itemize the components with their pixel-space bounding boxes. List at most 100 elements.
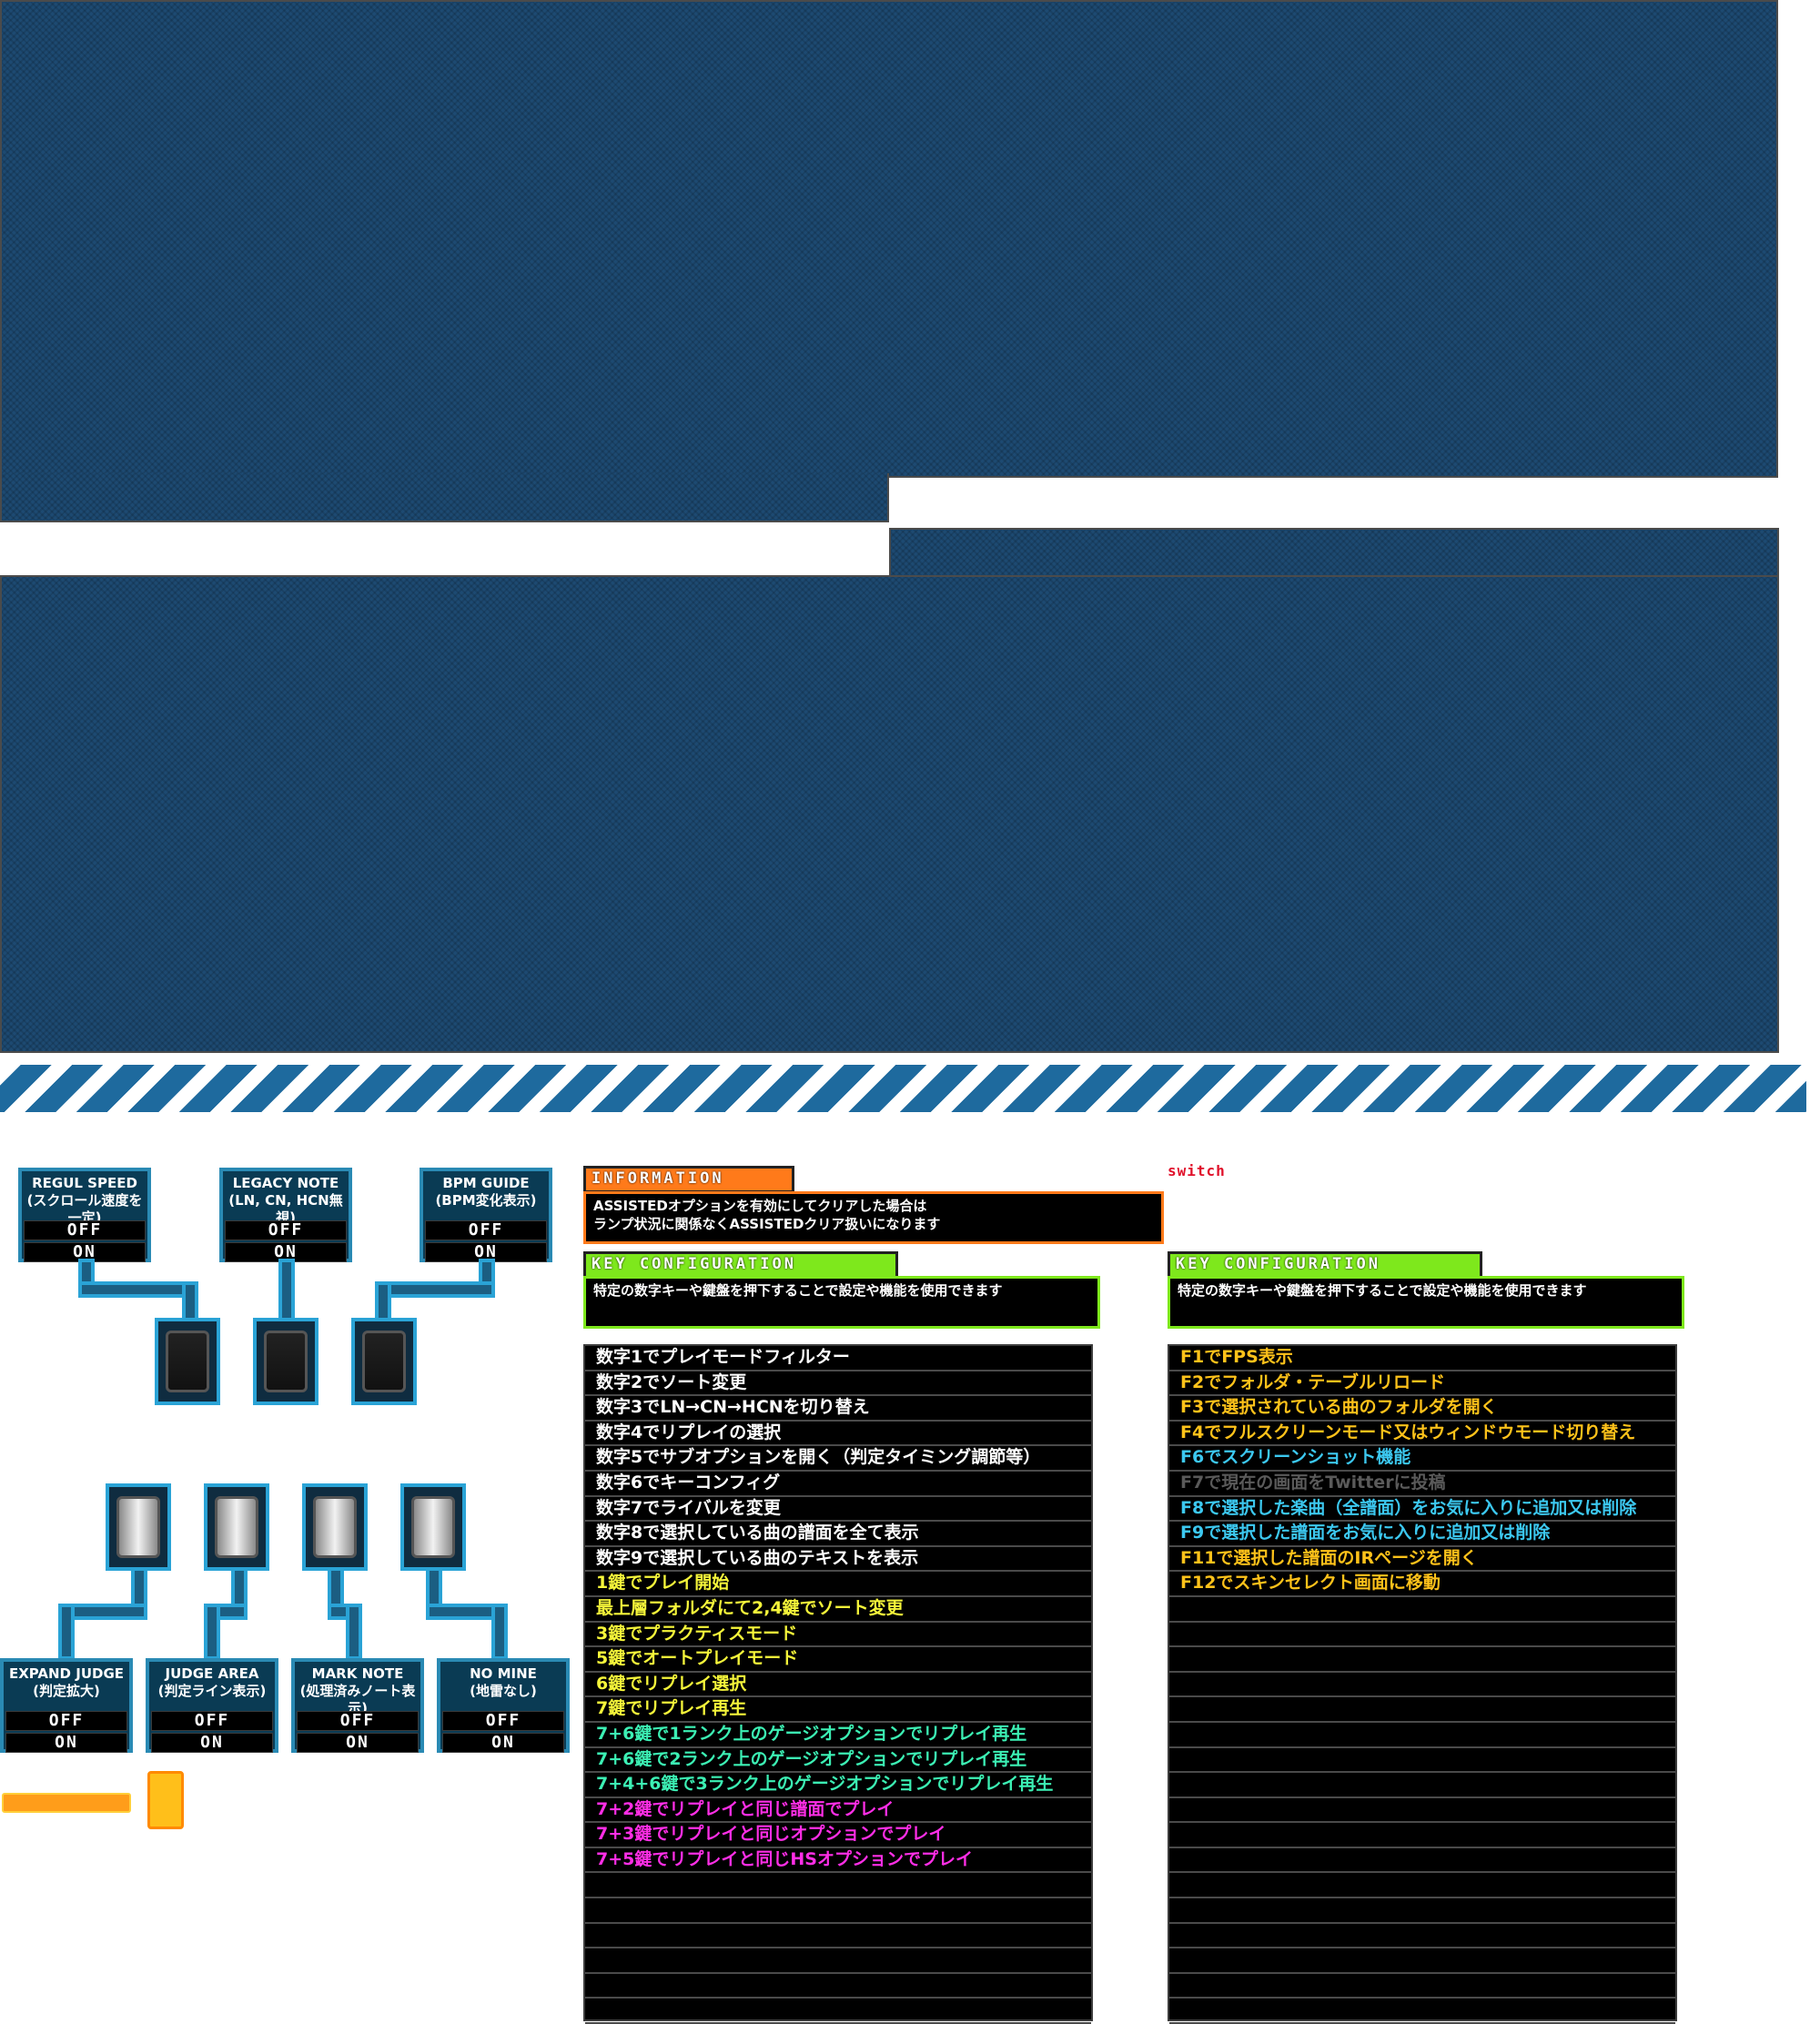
list-item: F11で選択した譜面のIRページを開く <box>1169 1547 1675 1573</box>
option-title: BPM GUIDE (BPM変化表示) <box>435 1175 537 1209</box>
list-item <box>1169 1999 1675 2024</box>
list-item <box>585 1948 1091 1974</box>
off-button[interactable]: OFF <box>24 1220 146 1240</box>
on-button[interactable]: ON <box>151 1733 273 1753</box>
middle-panel-tab <box>889 528 1779 579</box>
list-item <box>1169 1748 1675 1774</box>
connector-pipe <box>78 1281 198 1298</box>
list-item: 7+5鍵でリプレイと同じHSオプションでプレイ <box>585 1848 1091 1874</box>
key-config-tab-right: KEY CONFIGURATION <box>1168 1251 1482 1279</box>
list-item: F7で現在の画面をTwitterに投稿 <box>1169 1472 1675 1497</box>
key-function-list-left: 数字1でプレイモードフィルター 数字2でソート変更 数字3でLN→CN→HCNを切り… <box>583 1344 1093 2024</box>
on-button[interactable]: ON <box>5 1733 127 1753</box>
option-title: JUDGE AREA (判定ライン表示) <box>157 1665 267 1699</box>
list-item <box>585 1974 1091 1999</box>
list-item <box>585 1924 1091 1949</box>
off-button[interactable]: OFF <box>225 1220 347 1240</box>
key-cap <box>215 1496 258 1558</box>
hazard-stripe-band <box>0 1065 1806 1112</box>
list-item <box>1169 1898 1675 1924</box>
list-item: 7+2鍵でリプレイと同じ譜面でプレイ <box>585 1798 1091 1824</box>
option-title: MARK NOTE (処理済みノート表示) <box>299 1665 416 1716</box>
key-cap <box>313 1496 357 1558</box>
list-item: F6でスクリーンショット機能 <box>1169 1446 1675 1472</box>
list-item: 数字8で選択している曲の譜面を全て表示 <box>585 1522 1091 1547</box>
list-item <box>1169 1723 1675 1748</box>
list-item <box>585 1898 1091 1924</box>
option-title: REGUL SPEED (スクロール速度を一定) <box>26 1175 143 1226</box>
key-button-dark[interactable] <box>253 1318 318 1405</box>
key-config-text-right: 特定の数字キーや鍵盤を押下することで設定や機能を使用できます <box>1168 1276 1684 1329</box>
key-button-light[interactable] <box>302 1483 368 1571</box>
list-item <box>1169 1823 1675 1848</box>
on-button[interactable]: ON <box>297 1733 419 1753</box>
key-cap <box>166 1331 209 1392</box>
option-mark-note[interactable]: MARK NOTE (処理済みノート表示) OFF ON <box>291 1658 424 1753</box>
key-button-dark[interactable] <box>351 1318 417 1405</box>
option-title: NO MINE (地雷なし) <box>470 1665 537 1699</box>
off-button[interactable]: OFF <box>151 1711 273 1731</box>
option-judge-area[interactable]: JUDGE AREA (判定ライン表示) OFF ON <box>146 1658 278 1753</box>
list-item: 7+3鍵でリプレイと同じオプションでプレイ <box>585 1823 1091 1848</box>
connector-pipe <box>278 1259 295 1327</box>
middle-panel <box>0 575 1779 1053</box>
key-cap <box>264 1331 308 1392</box>
connector-pipe <box>375 1281 495 1298</box>
orange-bar-vertical <box>147 1771 184 1829</box>
option-title: LEGACY NOTE (LN, CN, HCN無視) <box>228 1175 343 1226</box>
list-item <box>1169 1948 1675 1974</box>
list-item: 5鍵でオートプレイモード <box>585 1647 1091 1673</box>
option-bpm-guide[interactable]: BPM GUIDE (BPM変化表示) OFF ON <box>420 1168 552 1262</box>
key-button-light[interactable] <box>400 1483 466 1571</box>
list-item: 数字7でライバルを変更 <box>585 1497 1091 1523</box>
list-item <box>585 1873 1091 1899</box>
list-item <box>1169 1623 1675 1648</box>
option-expand-judge[interactable]: EXPAND JUDGE (判定拡大) OFF ON <box>0 1658 133 1753</box>
list-item: 7+6鍵で2ランク上のゲージオプションでリプレイ再生 <box>585 1748 1091 1774</box>
list-item: 7+6鍵で1ランク上のゲージオプションでリプレイ再生 <box>585 1723 1091 1748</box>
key-cap <box>411 1496 455 1558</box>
list-item: 7+4+6鍵で3ランク上のゲージオプションでリプレイ再生 <box>585 1773 1091 1798</box>
off-button[interactable]: OFF <box>5 1711 127 1731</box>
list-item: 7鍵でリプレイ再生 <box>585 1697 1091 1723</box>
list-item: 数字9で選択している曲のテキストを表示 <box>585 1547 1091 1573</box>
list-item: 数字1でプレイモードフィルター <box>585 1346 1091 1371</box>
list-item <box>1169 1924 1675 1949</box>
information-tab: INFORMATION <box>583 1166 794 1193</box>
list-item: F4でフルスクリーンモード又はウィンドウモード切り替え <box>1169 1422 1675 1447</box>
list-item <box>1169 1773 1675 1798</box>
key-cap <box>362 1331 406 1392</box>
off-button[interactable]: OFF <box>425 1220 547 1240</box>
list-item <box>1169 1673 1675 1698</box>
list-item: F2でフォルダ・テーブルリロード <box>1169 1371 1675 1397</box>
list-item: 数字4でリプレイの選択 <box>585 1422 1091 1447</box>
connector-pipe <box>204 1604 220 1660</box>
switch-label: switch <box>1168 1162 1226 1179</box>
orange-bar-horizontal <box>2 1793 131 1813</box>
off-button[interactable]: OFF <box>442 1711 564 1731</box>
list-item: F1でFPS表示 <box>1169 1346 1675 1371</box>
list-item <box>1169 1597 1675 1623</box>
key-cap <box>116 1496 160 1558</box>
list-item <box>1169 1873 1675 1899</box>
list-item: 最上層フォルダにて2,4鍵でソート変更 <box>585 1597 1091 1623</box>
list-item: F9で選択した譜面をお気に入りに追加又は削除 <box>1169 1522 1675 1547</box>
list-item: 数字2でソート変更 <box>585 1371 1091 1397</box>
option-legacy-note[interactable]: LEGACY NOTE (LN, CN, HCN無視) OFF ON <box>219 1168 352 1262</box>
list-item <box>585 1999 1091 2024</box>
on-button[interactable]: ON <box>442 1733 564 1753</box>
option-no-mine[interactable]: NO MINE (地雷なし) OFF ON <box>437 1658 570 1753</box>
list-item: 数字5でサブオプションを開く（判定タイミング調節等） <box>585 1446 1091 1472</box>
list-item: F8で選択した楽曲（全譜面）をお気に入りに追加又は削除 <box>1169 1497 1675 1523</box>
top-panel <box>0 0 1778 478</box>
key-button-light[interactable] <box>204 1483 269 1571</box>
option-regul-speed[interactable]: REGUL SPEED (スクロール速度を一定) OFF ON <box>18 1168 151 1262</box>
list-item <box>1169 1697 1675 1723</box>
off-button[interactable]: OFF <box>297 1711 419 1731</box>
list-item <box>1169 1974 1675 1999</box>
top-panel-tab <box>0 473 889 522</box>
key-button-dark[interactable] <box>155 1318 220 1405</box>
list-item: 3鍵でプラクティスモード <box>585 1623 1091 1648</box>
key-button-light[interactable] <box>106 1483 171 1571</box>
key-config-text-left: 特定の数字キーや鍵盤を押下することで設定や機能を使用できます <box>583 1276 1100 1329</box>
